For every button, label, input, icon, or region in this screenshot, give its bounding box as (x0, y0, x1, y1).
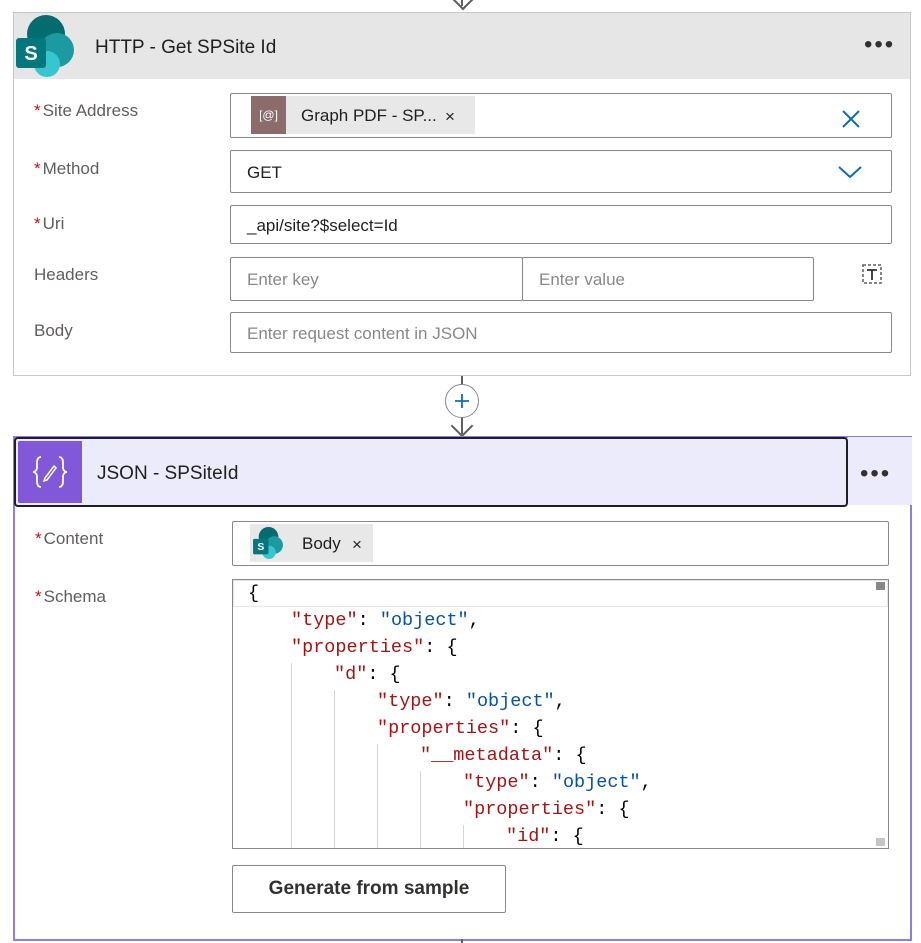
site-address-label: * Site Address (34, 101, 139, 120)
insert-step-button[interactable] (445, 384, 479, 418)
schema-code-line: "properties": { (291, 637, 458, 658)
http-card-title: HTTP - Get SPSite Id (95, 37, 277, 58)
header-key-input[interactable]: Enter key (230, 257, 523, 301)
json-pencil-icon (18, 441, 82, 503)
json-card-more-button[interactable]: ••• (860, 462, 891, 486)
json-card-title: JSON - SPSiteId (97, 463, 239, 484)
schema-code-line: "type": "object", (377, 691, 566, 712)
uri-input[interactable]: _api/site?$select=Id (230, 205, 892, 244)
method-dropdown[interactable]: GET (230, 150, 892, 193)
http-card-header[interactable]: S HTTP - Get SPSite Id ••• (14, 13, 910, 79)
sharepoint-icon: S (16, 15, 74, 77)
connector-arrow-middle (450, 414, 474, 438)
sharepoint-icon: S (253, 527, 283, 559)
content-token-remove[interactable]: × (352, 535, 362, 555)
schema-code-line: "__metadata": { (420, 745, 587, 766)
content-token-label: Body (302, 534, 341, 553)
json-action-card: JSON - SPSiteId ••• * Content S Body × * S… (13, 436, 912, 941)
generate-from-sample-button[interactable]: Generate from sample (232, 865, 506, 913)
variable-token-icon: [@] (251, 96, 286, 134)
body-label: Body (34, 321, 73, 340)
editor-scrollbar[interactable] (874, 580, 888, 848)
headers-label: Headers (34, 265, 99, 284)
schema-code-line: "properties": { (463, 799, 630, 820)
body-placeholder: Enter request content in JSON (247, 324, 478, 343)
connector-arrow-top (451, 0, 475, 11)
connector-line-bottom (461, 939, 463, 943)
close-icon[interactable] (841, 109, 861, 129)
svg-text:S: S (257, 542, 264, 553)
schema-label: * Schema (35, 587, 106, 606)
plus-icon (455, 394, 469, 408)
scrollbar-thumb-top[interactable] (876, 582, 885, 590)
indent-guide (420, 771, 421, 848)
header-value-placeholder: Enter value (539, 270, 625, 289)
content-token[interactable]: S Body × (250, 524, 373, 562)
schema-code-line: "type": "object", (291, 610, 480, 631)
indent-guide (377, 744, 378, 848)
http-action-card: S HTTP - Get SPSite Id ••• * Site Address… (13, 12, 911, 376)
site-address-field[interactable]: [@] Graph PDF - SP... × (230, 93, 892, 138)
body-input[interactable]: Enter request content in JSON (230, 312, 892, 353)
content-field[interactable]: S Body × (232, 521, 889, 566)
schema-code-line: "properties": { (377, 718, 544, 739)
text-mode-icon[interactable] (861, 263, 883, 285)
indent-guide (291, 663, 292, 848)
site-address-token[interactable]: [@] Graph PDF - SP... × (251, 96, 475, 134)
chevron-down-icon[interactable] (837, 164, 863, 180)
schema-code-line: "id": { (506, 826, 584, 847)
site-address-token-remove[interactable]: × (445, 107, 455, 127)
http-card-more-button[interactable]: ••• (864, 33, 895, 57)
indent-guide (463, 825, 464, 848)
schema-code-line: "type": "object", (463, 772, 652, 793)
site-address-token-label: Graph PDF - SP... (301, 106, 437, 125)
indent-guide (334, 690, 335, 848)
schema-code-line: { (248, 583, 260, 604)
method-label: * Method (34, 159, 100, 178)
scrollbar-thumb-bottom[interactable] (876, 838, 885, 846)
uri-label: * Uri (34, 214, 65, 233)
schema-code-line: "d": { (334, 664, 401, 685)
content-label: * Content (35, 529, 104, 548)
json-card-header[interactable]: JSON - SPSiteId (14, 437, 848, 507)
method-value: GET (247, 163, 282, 182)
header-value-input[interactable]: Enter value (522, 257, 814, 301)
uri-value: _api/site?$select=Id (247, 216, 398, 235)
current-line-highlight (233, 580, 888, 607)
schema-editor[interactable]: { "type": "object", "properties": { "d": { "… (232, 579, 889, 849)
header-key-placeholder: Enter key (247, 270, 319, 289)
svg-text:S: S (24, 43, 37, 65)
